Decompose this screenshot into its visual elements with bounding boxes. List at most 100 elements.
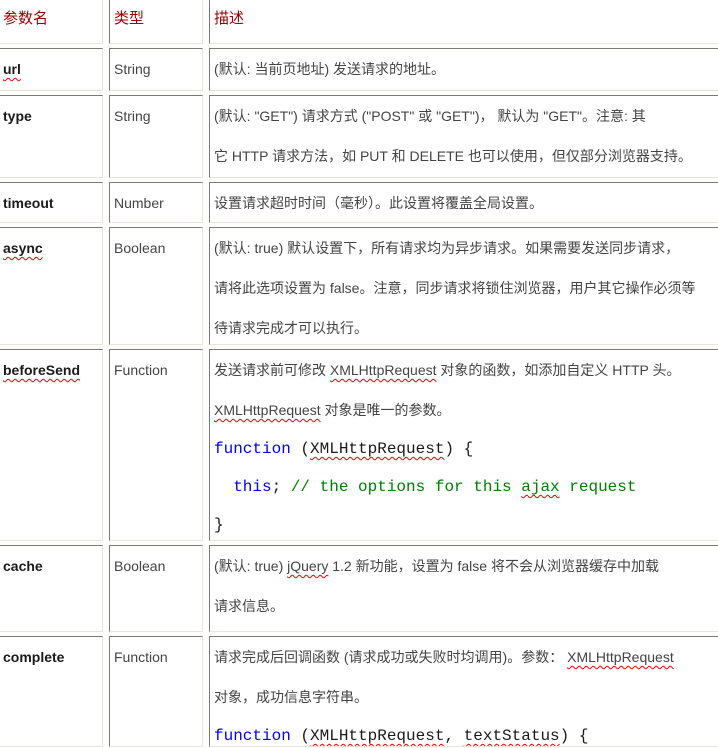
- header-row: 参数名 类型 描述: [0, 0, 718, 44]
- param-description-box: (默认: true) jQuery 1.2 新功能，设置为 false 将不会从…: [214, 546, 718, 631]
- header-description-label: 描述: [214, 0, 718, 43]
- text-segment: (默认: true) 默认设置下，所有请求均为异步请求。如果需要发送同步请求，: [214, 240, 679, 256]
- param-type-label: String: [114, 96, 198, 177]
- text-segment: 对象是唯一的参数。: [321, 402, 451, 418]
- description-text: (默认: true) 默认设置下，所有请求均为异步请求。如果需要发送同步请求， 请…: [214, 228, 718, 344]
- param-name-cell: complete: [0, 636, 103, 747]
- text-segment: (默认: true): [214, 558, 287, 574]
- param-description-cell: 请求完成后回调函数 (请求成功或失败时均调用)。参数： XMLHttpReque…: [209, 636, 718, 747]
- spellcheck-underline: XMLHttpRequest: [310, 440, 444, 458]
- text-segment: (默认: 当前页地址) 发送请求的地址。: [214, 61, 445, 77]
- param-description-box: 设置请求超时时间（毫秒）。此设置将覆盖全局设置。: [214, 183, 718, 222]
- table-row-async: asyncBoolean(默认: true) 默认设置下，所有请求均为异步请求。…: [0, 227, 718, 345]
- description-line: 请求完成后回调函数 (请求成功或失败时均调用)。参数： XMLHttpReque…: [214, 637, 718, 677]
- text-segment: this: [233, 478, 271, 496]
- spellcheck-underline: XMLHttpRequest: [310, 727, 444, 745]
- description-line: 它 HTTP 请求方法，如 PUT 和 DELETE 也可以使用，但仅部分浏览器…: [214, 136, 718, 176]
- code-line: this; // the options for this ajax reque…: [214, 468, 718, 506]
- text-segment: 发送请求前可修改: [214, 362, 330, 378]
- ajax-parameters-table: 参数名 类型 描述 url String (默认: 当前页地址) 发送请求的地址。 t…: [0, 0, 718, 748]
- text-segment: [214, 478, 233, 496]
- header-description: 描述: [209, 0, 718, 44]
- description-text: (默认: true) jQuery 1.2 新功能，设置为 false 将不会从…: [214, 546, 718, 626]
- spellcheck-underline: jQuery: [287, 558, 328, 574]
- param-name-label: async: [3, 240, 43, 256]
- param-description-box: (默认: 当前页地址) 发送请求的地址。: [214, 49, 718, 90]
- header-param-name-label: 参数名: [3, 0, 98, 43]
- text-segment: 对象，成功信息字符串。: [214, 689, 368, 705]
- text-segment: ) {: [560, 727, 589, 745]
- spellcheck-underline: textStatus: [464, 727, 560, 745]
- code-line: function (XMLHttpRequest) {: [214, 430, 718, 468]
- table-row-type: typeString (默认: "GET") 请求方式 ("POST" 或 "GE…: [0, 95, 718, 178]
- description-line: 对象，成功信息字符串。: [214, 677, 718, 717]
- table-row-complete: completeFunction 请求完成后回调函数 (请求成功或失败时均调用)。…: [0, 636, 718, 747]
- description-line: XMLHttpRequest 对象是唯一的参数。: [214, 390, 718, 430]
- document-viewport: 参数名 类型 描述 url String (默认: 当前页地址) 发送请求的地址。 t…: [0, 0, 718, 748]
- text-segment: // the options for this: [291, 478, 521, 496]
- param-type-label: Boolean: [114, 228, 198, 344]
- param-description-cell: (默认: 当前页地址) 发送请求的地址。: [209, 48, 718, 91]
- text-segment: 待请求完成才可以执行。: [214, 320, 368, 336]
- param-name-cell: async: [0, 227, 103, 345]
- param-type-cell: Boolean: [109, 545, 203, 632]
- header-param-name: 参数名: [0, 0, 103, 44]
- param-type-cell: String: [109, 95, 203, 178]
- description-text: 设置请求超时时间（毫秒）。此设置将覆盖全局设置。: [214, 183, 718, 222]
- text-segment: (: [291, 440, 310, 458]
- description-line: (默认: true) 默认设置下，所有请求均为异步请求。如果需要发送同步请求，: [214, 228, 718, 268]
- text-segment: 1.2 新功能，设置为 false 将不会从浏览器缓存中加载: [328, 558, 659, 574]
- param-name-label: beforeSend: [3, 362, 80, 378]
- param-name-label: cache: [3, 558, 43, 574]
- text-segment: function: [214, 440, 291, 458]
- param-type-label: String: [114, 49, 198, 90]
- param-description-cell: 发送请求前可修改 XMLHttpRequest 对象的函数，如添加自定义 HTT…: [209, 349, 718, 541]
- param-name-cell: cache: [0, 545, 103, 632]
- param-description-box: (默认: true) 默认设置下，所有请求均为异步请求。如果需要发送同步请求， 请…: [214, 228, 718, 344]
- param-name-label: timeout: [3, 195, 54, 211]
- param-name-cell: beforeSend: [0, 349, 103, 541]
- param-type-cell: Function: [109, 636, 203, 747]
- text-segment: ) {: [444, 440, 473, 458]
- param-type-cell: Boolean: [109, 227, 203, 345]
- param-type-label: Number: [114, 183, 198, 222]
- param-type-cell: String: [109, 48, 203, 91]
- param-name-cell: type: [0, 95, 103, 178]
- description-line: 待请求完成才可以执行。: [214, 308, 718, 344]
- param-name-cell: timeout: [0, 182, 103, 223]
- description-text: 发送请求前可修改 XMLHttpRequest 对象的函数，如添加自定义 HTT…: [214, 350, 718, 430]
- param-type-label: Function: [114, 350, 198, 540]
- description-text: (默认: "GET") 请求方式 ("POST" 或 "GET")， 默认为 "…: [214, 96, 718, 176]
- text-segment: 它 HTTP 请求方法，如 PUT 和 DELETE 也可以使用，但仅部分浏览器…: [214, 148, 692, 164]
- text-segment: 请将此选项设置为 false。注意，同步请求将锁住浏览器，用户其它操作必须等: [214, 280, 695, 296]
- param-description-cell: (默认: true) jQuery 1.2 新功能，设置为 false 将不会从…: [209, 545, 718, 632]
- param-description-box: 发送请求前可修改 XMLHttpRequest 对象的函数，如添加自定义 HTT…: [214, 350, 718, 540]
- param-type-label: Boolean: [114, 546, 198, 631]
- param-name-box: url: [3, 49, 98, 90]
- param-name-box: cache: [3, 546, 98, 631]
- text-segment: ,: [444, 727, 463, 745]
- spellcheck-underline: XMLHttpRequest: [567, 649, 674, 665]
- param-type-label: Function: [114, 637, 198, 746]
- description-line: 发送请求前可修改 XMLHttpRequest 对象的函数，如添加自定义 HTT…: [214, 350, 718, 390]
- table-body: urlString(默认: 当前页地址) 发送请求的地址。typeString(…: [0, 48, 718, 747]
- text-segment: request: [560, 478, 637, 496]
- text-segment: }: [214, 516, 224, 534]
- text-segment: ;: [272, 478, 291, 496]
- param-description-cell: (默认: "GET") 请求方式 ("POST" 或 "GET")， 默认为 "…: [209, 95, 718, 178]
- param-name-box: beforeSend: [3, 350, 98, 540]
- table-row-cache: cacheBoolean(默认: true) jQuery 1.2 新功能，设置…: [0, 545, 718, 632]
- text-segment: 请求信息。: [214, 598, 284, 614]
- table-row-url: url String (默认: 当前页地址) 发送请求的地址。: [0, 48, 718, 91]
- param-name-box: timeout: [3, 183, 98, 222]
- text-segment: (默认: "GET") 请求方式 ("POST" 或 "GET")， 默认为 "…: [214, 108, 646, 124]
- param-description-box: (默认: "GET") 请求方式 ("POST" 或 "GET")， 默认为 "…: [214, 96, 718, 177]
- table-row-timeout: timeout Number 设置请求超时时间（毫秒）。此设置将覆盖全局设置。: [0, 182, 718, 223]
- param-description-cell: 设置请求超时时间（毫秒）。此设置将覆盖全局设置。: [209, 182, 718, 223]
- description-line: (默认: 当前页地址) 发送请求的地址。: [214, 49, 718, 89]
- text-segment: (: [291, 727, 310, 745]
- param-name-box: async: [3, 228, 98, 344]
- code-block: function (XMLHttpRequest, textStatus) {: [214, 717, 718, 746]
- text-segment: 请求完成后回调函数 (请求成功或失败时均调用)。参数：: [214, 649, 567, 665]
- description-line: 请求信息。: [214, 586, 718, 626]
